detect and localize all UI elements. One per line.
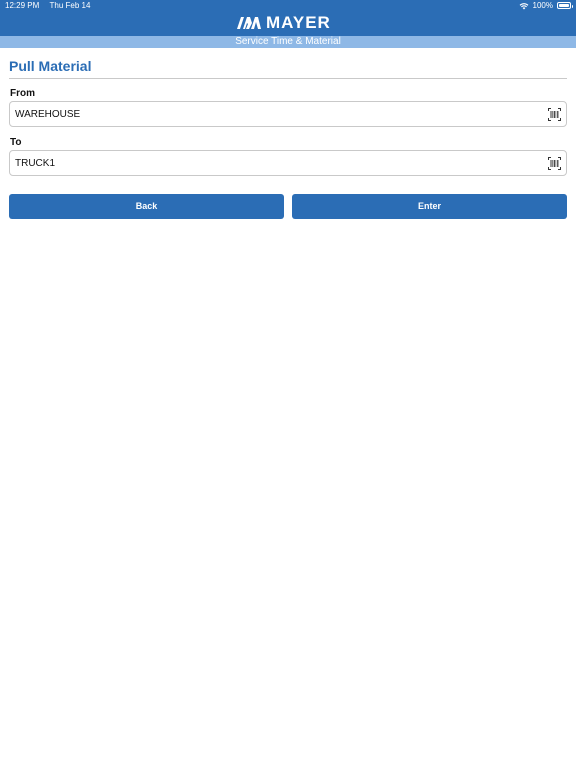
from-field[interactable]: WAREHOUSE [9, 101, 567, 127]
barcode-scan-icon[interactable] [548, 108, 561, 121]
app-header: 12:29 PM Thu Feb 14 100% MAYER [0, 0, 576, 36]
page-title: Pull Material [9, 58, 92, 74]
battery-percent: 100% [532, 1, 553, 10]
to-field-value: TRUCK1 [15, 158, 56, 169]
status-date: Thu Feb 14 [49, 1, 91, 10]
battery-fill [559, 4, 569, 7]
barcode-scan-icon[interactable] [548, 157, 561, 170]
app-subtitle: Service Time & Material [235, 36, 341, 47]
logo-text: MAYER [266, 13, 331, 32]
mayer-logo: MAYER [237, 13, 331, 32]
status-bar-left: 12:29 PM Thu Feb 14 [5, 1, 90, 10]
battery-icon [557, 2, 573, 9]
app-subtitle-bar: Service Time & Material [0, 36, 576, 48]
back-button[interactable]: Back [9, 194, 284, 219]
to-field[interactable]: TRUCK1 [9, 150, 567, 176]
mayer-logo-mark-icon [237, 17, 261, 29]
status-time: 12:29 PM [5, 1, 40, 10]
status-bar-right: 100% [519, 1, 573, 10]
status-bar: 12:29 PM Thu Feb 14 100% [0, 0, 576, 12]
enter-button[interactable]: Enter [292, 194, 567, 219]
title-divider [9, 78, 567, 79]
to-label: To [10, 137, 22, 148]
wifi-icon [519, 2, 528, 9]
from-field-value: WAREHOUSE [15, 109, 81, 120]
from-label: From [10, 88, 35, 99]
